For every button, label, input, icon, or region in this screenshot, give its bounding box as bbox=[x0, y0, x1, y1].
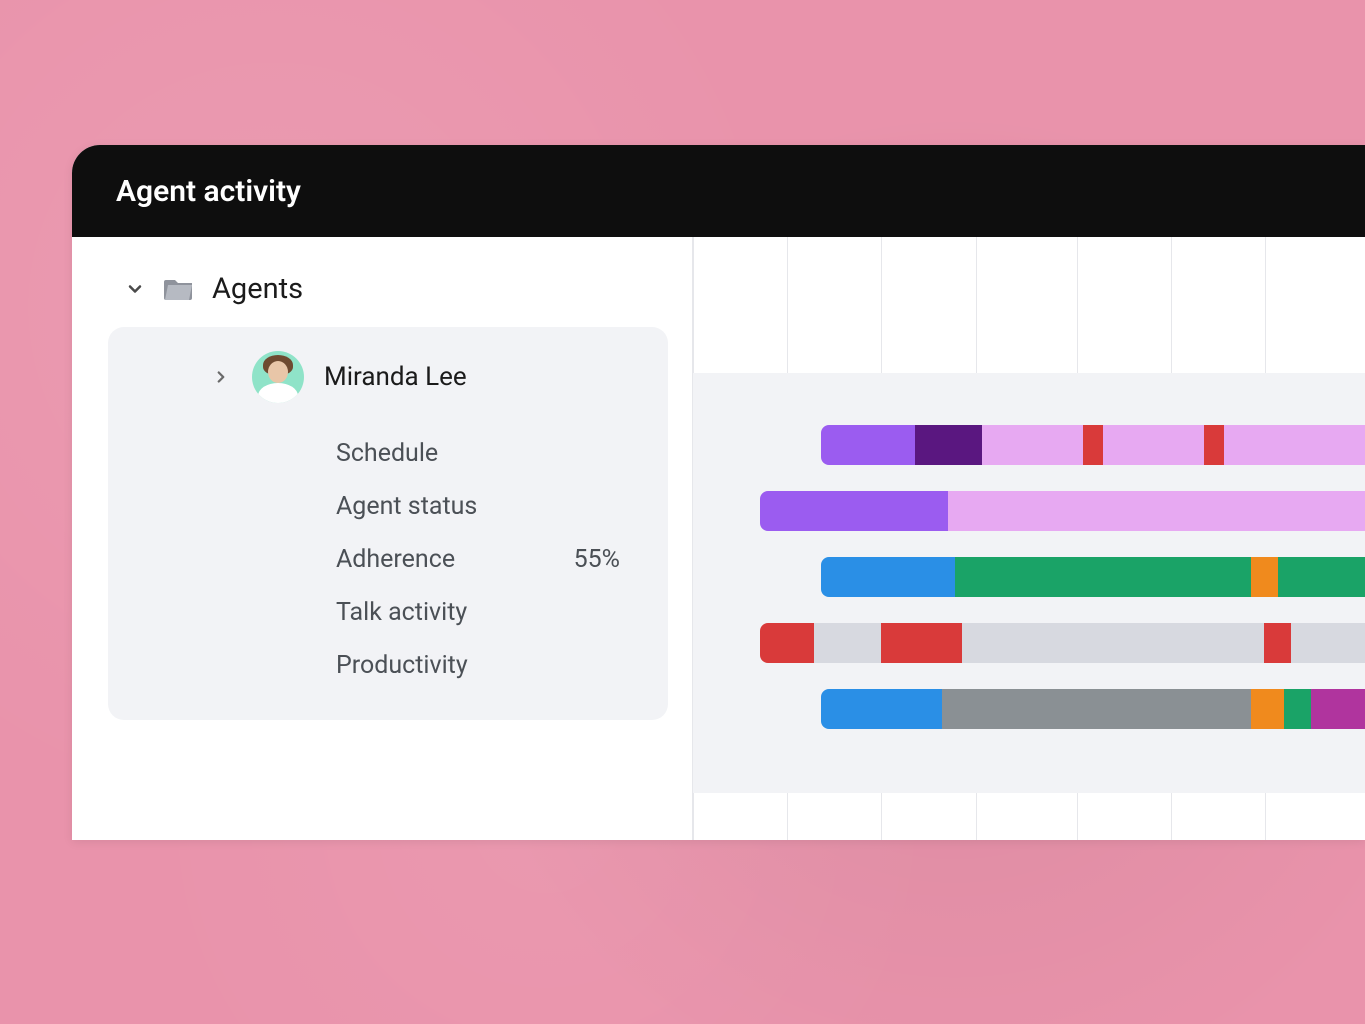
agent-activity-panel: Agent activity Agents bbox=[72, 145, 1365, 840]
timeline-segment[interactable] bbox=[1224, 425, 1365, 465]
timeline-segment[interactable] bbox=[1083, 425, 1103, 465]
timeline-segment[interactable] bbox=[1251, 689, 1285, 729]
timeline-segment[interactable] bbox=[760, 491, 948, 531]
sidebar: Agents Miranda Lee Schedule bbox=[72, 237, 692, 840]
timeline-segment[interactable] bbox=[915, 425, 982, 465]
panel-header: Agent activity bbox=[72, 145, 1365, 237]
timeline-segment[interactable] bbox=[948, 491, 1365, 531]
avatar bbox=[252, 351, 304, 403]
metric-agent-status[interactable]: Agent status bbox=[136, 480, 640, 533]
metric-talk-activity[interactable]: Talk activity bbox=[136, 586, 640, 639]
timeline-segment[interactable] bbox=[1291, 623, 1365, 663]
metric-value: 55% bbox=[574, 545, 628, 574]
timeline-segment[interactable] bbox=[1311, 689, 1365, 729]
agent-row[interactable]: Miranda Lee bbox=[136, 351, 640, 403]
panel-title: Agent activity bbox=[116, 174, 301, 209]
agent-card: Miranda Lee Schedule Agent status Adhere… bbox=[108, 327, 668, 720]
metric-label: Talk activity bbox=[336, 598, 467, 627]
timeline-track bbox=[693, 557, 1365, 597]
timeline-segment[interactable] bbox=[760, 623, 814, 663]
chevron-down-icon bbox=[124, 278, 146, 300]
timeline-segment[interactable] bbox=[1204, 425, 1224, 465]
metric-adherence[interactable]: Adherence 55% bbox=[136, 533, 640, 586]
timeline-segment[interactable] bbox=[955, 557, 1251, 597]
metric-label: Schedule bbox=[336, 439, 438, 468]
timeline-segment[interactable] bbox=[821, 425, 915, 465]
timeline-segment[interactable] bbox=[962, 623, 1264, 663]
timeline-segment[interactable] bbox=[821, 557, 955, 597]
timeline-segment[interactable] bbox=[1278, 557, 1365, 597]
timeline-segment[interactable] bbox=[1284, 689, 1311, 729]
timeline-segment[interactable] bbox=[1264, 623, 1291, 663]
metric-productivity[interactable]: Productivity bbox=[136, 639, 640, 692]
timeline-segment[interactable] bbox=[982, 425, 1083, 465]
folder-icon bbox=[164, 276, 194, 302]
metric-label: Productivity bbox=[336, 651, 468, 680]
metric-schedule[interactable]: Schedule bbox=[136, 427, 640, 480]
panel-body: Agents Miranda Lee Schedule bbox=[72, 237, 1365, 840]
agents-folder-row[interactable]: Agents bbox=[108, 265, 692, 313]
timeline-segment[interactable] bbox=[1103, 425, 1204, 465]
agent-name: Miranda Lee bbox=[324, 362, 467, 392]
metric-label: Agent status bbox=[336, 492, 477, 521]
timeline-segment[interactable] bbox=[1251, 557, 1278, 597]
timeline-track bbox=[693, 623, 1365, 663]
chevron-right-icon bbox=[210, 366, 232, 388]
timeline-segment[interactable] bbox=[942, 689, 1251, 729]
timeline-segment[interactable] bbox=[881, 623, 962, 663]
timeline-track bbox=[693, 425, 1365, 465]
metric-label: Adherence bbox=[336, 545, 455, 574]
timeline-segment[interactable] bbox=[814, 623, 881, 663]
timeline-segment[interactable] bbox=[821, 689, 942, 729]
timeline-track bbox=[693, 689, 1365, 729]
timeline-track bbox=[693, 491, 1365, 531]
agents-folder-label: Agents bbox=[212, 272, 303, 306]
timeline-chart bbox=[692, 237, 1365, 840]
